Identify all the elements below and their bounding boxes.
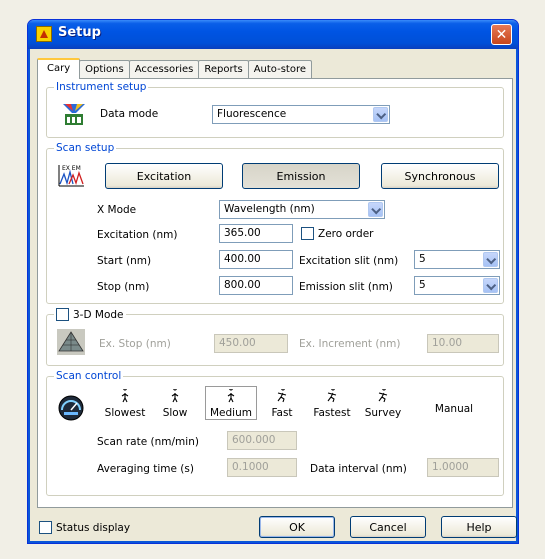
help-button[interactable]: Help bbox=[441, 516, 517, 538]
app-icon bbox=[36, 26, 52, 42]
instrument-icon bbox=[63, 102, 85, 126]
emission-slit-select[interactable]: 5 bbox=[414, 276, 500, 295]
speedometer-icon bbox=[57, 395, 85, 421]
walking-figure-icon bbox=[157, 386, 193, 407]
ex-increment-label: Ex. Increment (nm) bbox=[299, 338, 401, 350]
scan-control-group: Scan control Slowest Slow Medium Fast Fa… bbox=[46, 370, 504, 496]
instrument-setup-group: Instrument setup Data mode Fluorescence bbox=[46, 81, 504, 138]
speed-manual-label: Manual bbox=[434, 403, 474, 415]
scan-rate-input[interactable]: 600.000 bbox=[227, 431, 297, 450]
zero-order-label: Zero order bbox=[318, 228, 374, 240]
walking-figure-icon bbox=[103, 386, 147, 407]
tab-strip: Cary Options Accessories Reports Auto-st… bbox=[37, 58, 313, 79]
excitation-slit-select[interactable]: 5 bbox=[414, 250, 500, 269]
instrument-setup-title: Instrument setup bbox=[54, 81, 149, 93]
tab-cary[interactable]: Cary bbox=[37, 58, 81, 79]
walking-figure-icon bbox=[208, 386, 254, 407]
excitation-emission-icon: EX EM bbox=[57, 163, 85, 187]
svg-text:EX EM: EX EM bbox=[62, 165, 81, 172]
speed-slowest[interactable]: Slowest bbox=[103, 386, 147, 419]
x-mode-value: Wavelength (nm) bbox=[224, 203, 315, 215]
speed-slowest-label: Slowest bbox=[104, 407, 146, 419]
speed-slow[interactable]: Slow bbox=[157, 386, 193, 419]
emission-slit-label: Emission slit (nm) bbox=[299, 281, 393, 293]
data-mode-select[interactable]: Fluorescence bbox=[212, 105, 390, 124]
speed-fast[interactable]: Fast bbox=[267, 386, 297, 419]
stop-nm-label: Stop (nm) bbox=[97, 281, 150, 293]
close-button[interactable]: ✕ bbox=[491, 24, 512, 45]
chevron-down-icon[interactable] bbox=[483, 278, 498, 293]
zero-order-checkbox[interactable] bbox=[301, 227, 314, 240]
start-nm-input[interactable]: 400.00 bbox=[219, 250, 293, 269]
ex-stop-label: Ex. Stop (nm) bbox=[99, 338, 171, 350]
excitation-slit-label: Excitation slit (nm) bbox=[299, 255, 399, 267]
start-nm-label: Start (nm) bbox=[97, 255, 152, 267]
cancel-button[interactable]: Cancel bbox=[350, 516, 426, 538]
tab-page-cary: Instrument setup Data mode Fluorescence bbox=[37, 78, 513, 508]
tab-reports[interactable]: Reports bbox=[198, 60, 249, 78]
dialog-body: Cary Options Accessories Reports Auto-st… bbox=[31, 49, 517, 540]
speed-medium-label: Medium bbox=[210, 407, 252, 419]
ex-increment-input[interactable]: 10.00 bbox=[427, 334, 499, 353]
title-bar[interactable]: Setup ✕ bbox=[28, 20, 518, 49]
status-display-label: Status display bbox=[56, 522, 131, 534]
running-figure-icon bbox=[267, 386, 297, 407]
window-title: Setup bbox=[58, 25, 101, 40]
setup-dialog: Setup ✕ Cary Options Accessories Reports… bbox=[27, 19, 519, 544]
tab-accessories[interactable]: Accessories bbox=[128, 60, 200, 78]
speed-slow-label: Slow bbox=[162, 407, 188, 419]
excitation-slit-value: 5 bbox=[419, 253, 426, 265]
mode-3d-checkbox[interactable] bbox=[56, 308, 69, 321]
scan-rate-label: Scan rate (nm/min) bbox=[97, 436, 199, 448]
excitation-nm-input[interactable]: 365.00 bbox=[219, 224, 293, 243]
speed-medium[interactable]: Medium bbox=[205, 386, 257, 420]
tab-options[interactable]: Options bbox=[79, 60, 130, 78]
x-mode-select[interactable]: Wavelength (nm) bbox=[219, 200, 385, 219]
data-interval-label: Data interval (nm) bbox=[310, 463, 407, 475]
chevron-down-icon[interactable] bbox=[368, 202, 383, 217]
chevron-down-icon[interactable] bbox=[373, 107, 388, 122]
speed-fastest[interactable]: Fastest bbox=[309, 386, 355, 419]
emission-button[interactable]: Emission bbox=[242, 163, 360, 189]
speed-manual[interactable]: Manual bbox=[429, 403, 479, 415]
ok-button[interactable]: OK bbox=[259, 516, 335, 538]
speed-survey-label: Survey bbox=[364, 407, 402, 419]
scan-control-title: Scan control bbox=[54, 370, 124, 382]
emission-slit-value: 5 bbox=[419, 279, 426, 291]
stop-nm-input[interactable]: 800.00 bbox=[219, 276, 293, 295]
scan-setup-title: Scan setup bbox=[54, 142, 117, 154]
mode-3d-group: 3-D Mode Ex. Stop (nm) 450.00 Ex. Increm… bbox=[46, 308, 504, 366]
mode-3d-title: 3-D Mode bbox=[73, 308, 124, 321]
status-display-checkbox[interactable] bbox=[39, 521, 52, 534]
running-figure-icon bbox=[309, 386, 355, 407]
speed-fast-label: Fast bbox=[271, 407, 293, 419]
excitation-nm-label: Excitation (nm) bbox=[97, 229, 178, 241]
tab-auto-store[interactable]: Auto-store bbox=[247, 60, 313, 78]
data-interval-input[interactable]: 1.0000 bbox=[427, 458, 499, 477]
speed-survey[interactable]: Survey bbox=[361, 386, 405, 419]
3d-pyramid-icon bbox=[57, 329, 85, 355]
data-mode-value: Fluorescence bbox=[217, 108, 287, 120]
data-mode-label: Data mode bbox=[100, 108, 159, 120]
synchronous-button[interactable]: Synchronous bbox=[381, 163, 499, 189]
mode-3d-title-wrap: 3-D Mode bbox=[54, 308, 126, 321]
averaging-time-input[interactable]: 0.1000 bbox=[227, 458, 297, 477]
chevron-down-icon[interactable] bbox=[483, 252, 498, 267]
averaging-time-label: Averaging time (s) bbox=[97, 463, 194, 475]
sprinting-figure-icon bbox=[361, 386, 405, 407]
x-mode-label: X Mode bbox=[97, 204, 137, 216]
excitation-button[interactable]: Excitation bbox=[105, 163, 223, 189]
ex-stop-input[interactable]: 450.00 bbox=[214, 334, 288, 353]
speed-fastest-label: Fastest bbox=[313, 407, 351, 419]
scan-setup-group: Scan setup EX EM Excitation Emission Syn… bbox=[46, 142, 504, 304]
